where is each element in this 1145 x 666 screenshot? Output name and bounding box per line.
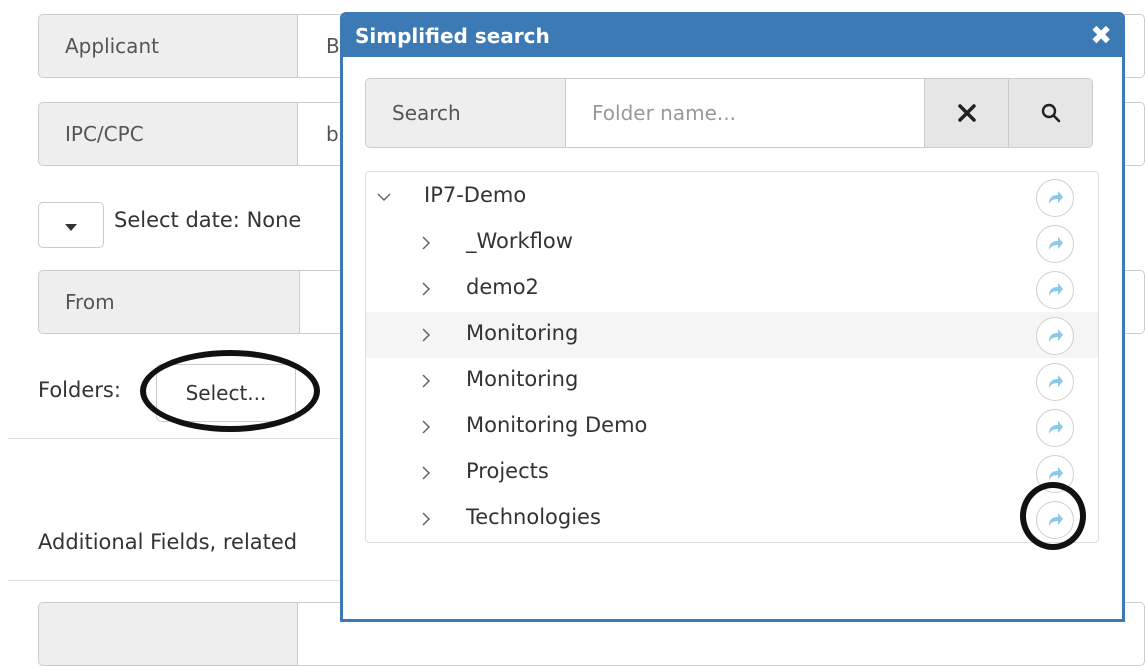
date-dropdown[interactable] — [38, 202, 104, 248]
share-button[interactable] — [1036, 317, 1074, 355]
simplified-search-modal: Simplified search ✖ Search IP7-Demo — [340, 12, 1125, 622]
share-button[interactable] — [1036, 225, 1074, 263]
tree-node-label: _Workflow — [466, 229, 573, 253]
search-button[interactable] — [1008, 79, 1092, 147]
tree-node[interactable]: _Workflow — [366, 220, 1098, 266]
folders-label: Folders: — [38, 378, 121, 402]
tree-node-label: IP7-Demo — [424, 183, 527, 207]
tree-node-label: Projects — [466, 459, 549, 483]
tree-node-label: Monitoring Demo — [466, 413, 648, 437]
tree-node-label: demo2 — [466, 275, 539, 299]
share-arrow-icon — [1049, 237, 1063, 250]
tree-node[interactable]: Monitoring — [366, 358, 1098, 404]
chevron-down-icon[interactable] — [374, 187, 394, 207]
chevron-right-icon[interactable] — [416, 279, 436, 299]
from-label: From — [38, 270, 300, 334]
tree-node[interactable]: demo2 — [366, 266, 1098, 312]
share-button[interactable] — [1036, 363, 1074, 401]
tree-node[interactable]: Technologies — [366, 496, 1098, 542]
chevron-right-icon[interactable] — [416, 509, 436, 529]
tree-node[interactable]: Monitoring — [366, 312, 1098, 358]
divider — [8, 580, 343, 581]
share-arrow-icon — [1049, 329, 1063, 342]
annotation-circle — [1020, 482, 1086, 550]
tree-node[interactable]: Projects — [366, 450, 1098, 496]
tree-node-root[interactable]: IP7-Demo — [366, 174, 1098, 220]
close-icon[interactable]: ✖ — [1090, 21, 1112, 51]
share-button[interactable] — [1036, 409, 1074, 447]
share-arrow-icon — [1049, 191, 1063, 204]
date-label: Select date: None — [114, 208, 302, 232]
share-arrow-icon — [1049, 421, 1063, 434]
tree-node-label: Technologies — [466, 505, 601, 529]
clear-button[interactable] — [924, 79, 1008, 147]
bottom-addon — [38, 602, 298, 666]
divider — [8, 438, 343, 439]
caret-down-icon — [65, 223, 77, 231]
tree-node-label: Monitoring — [466, 367, 579, 391]
search-label: Search — [366, 79, 566, 147]
chevron-right-icon[interactable] — [416, 417, 436, 437]
chevron-right-icon[interactable] — [416, 371, 436, 391]
chevron-right-icon[interactable] — [416, 463, 436, 483]
tree-node[interactable]: Monitoring Demo — [366, 404, 1098, 450]
share-arrow-icon — [1049, 375, 1063, 388]
tree-node-label: Monitoring — [466, 321, 579, 345]
annotation-circle — [140, 350, 320, 432]
chevron-right-icon[interactable] — [416, 233, 436, 253]
modal-title: Simplified search — [355, 24, 550, 48]
share-button[interactable] — [1036, 179, 1074, 217]
folder-tree: IP7-Demo _Workflow demo2 Monitoring Moni… — [365, 171, 1099, 543]
folder-search-input[interactable] — [566, 79, 924, 147]
share-arrow-icon — [1049, 467, 1063, 480]
folder-search-group: Search — [365, 78, 1093, 148]
applicant-label: Applicant — [38, 14, 298, 78]
modal-header: Simplified search ✖ — [343, 15, 1122, 57]
clear-icon — [957, 104, 976, 122]
ipc-label: IPC/CPC — [38, 102, 298, 166]
search-icon — [1041, 103, 1060, 123]
additional-fields-label: Additional Fields, related — [38, 530, 298, 554]
share-arrow-icon — [1049, 283, 1063, 296]
share-button[interactable] — [1036, 271, 1074, 309]
chevron-right-icon[interactable] — [416, 325, 436, 345]
